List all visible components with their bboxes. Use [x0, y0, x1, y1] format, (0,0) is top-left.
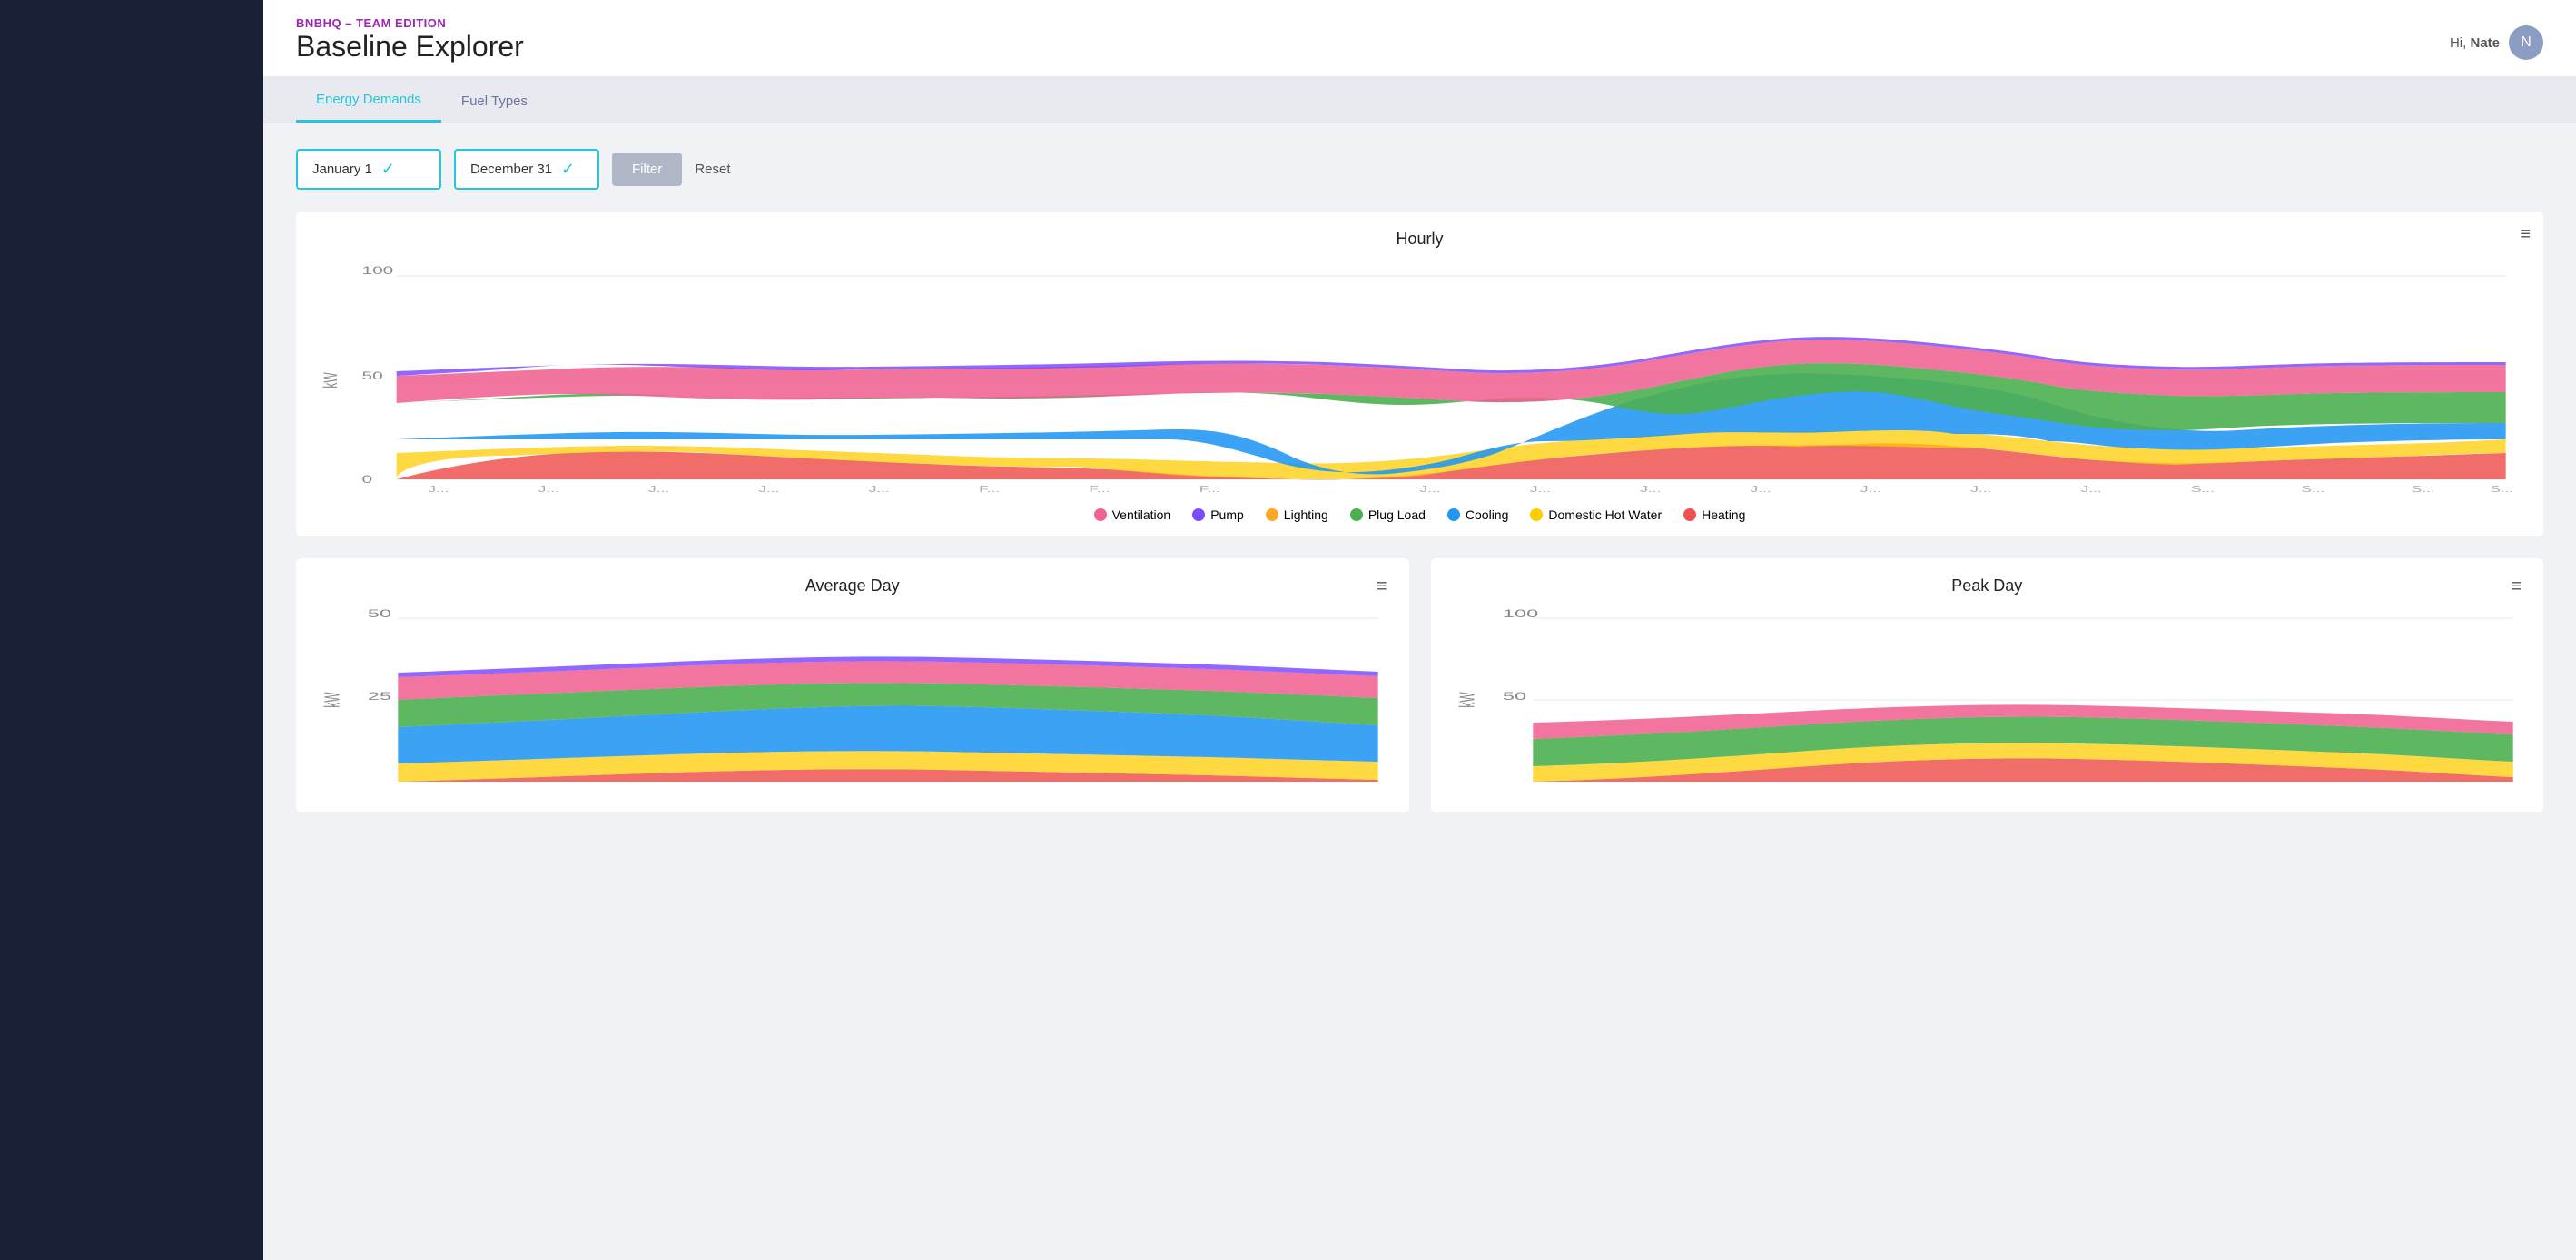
bottom-charts-row: Average Day ≡ 50 25 kW: [296, 558, 2543, 812]
x-label-sep2: S...: [2301, 484, 2324, 494]
avg-y-25: 25: [368, 690, 391, 702]
legend-cooling: Cooling: [1447, 507, 1508, 522]
legend-pump: Pump: [1192, 507, 1244, 522]
end-date-check-icon: ✓: [561, 160, 575, 179]
legend-dot-cooling: [1447, 508, 1460, 521]
legend-label-pump: Pump: [1210, 507, 1244, 522]
kw-label-hourly: kW: [320, 372, 341, 388]
header-right: Hi, Nate N: [2450, 25, 2543, 64]
tab-fuel-types[interactable]: Fuel Types: [441, 77, 548, 123]
hourly-chart-menu-icon[interactable]: ≡: [2520, 224, 2531, 245]
tabs-bar: Energy Demands Fuel Types: [263, 77, 2576, 123]
end-date-value: December 31: [470, 162, 552, 177]
ventilation-area: [397, 340, 2506, 403]
peak-day-title: Peak Day: [1951, 576, 2022, 596]
header: BNBHQ – TEAM EDITION Baseline Explorer H…: [263, 0, 2576, 77]
legend-label-heating: Heating: [1702, 507, 1745, 522]
x-label-jul5: J...: [1860, 484, 1881, 494]
chart-legend: Ventilation Pump Lighting Plug Load Cool…: [318, 507, 2522, 522]
x-label-jul7: J...: [2081, 484, 2102, 494]
end-date-input[interactable]: December 31 ✓: [454, 149, 599, 190]
peak-day-section: Peak Day ≡ 100 50 kW: [1431, 558, 2544, 812]
y-label-0: 0: [362, 473, 373, 485]
tabs-container: Energy Demands Fuel Types: [263, 77, 2576, 123]
x-label-jul1: J...: [1420, 484, 1441, 494]
avg-day-chart-svg: 50 25 kW: [318, 605, 1387, 786]
x-label-sep4: S...: [2490, 484, 2513, 494]
content-area: January 1 ✓ December 31 ✓ Filter Reset H…: [263, 123, 2576, 1260]
x-label-jul2: J...: [1530, 484, 1551, 494]
avatar: N: [2509, 25, 2543, 60]
x-label-sep1: S...: [2191, 484, 2215, 494]
legend-dot-dhw: [1530, 508, 1543, 521]
x-label-jul6: J...: [1970, 484, 1991, 494]
peak-kw-label: kW: [1455, 692, 1478, 708]
start-date-input[interactable]: January 1 ✓: [296, 149, 441, 190]
x-label-jul3: J...: [1640, 484, 1661, 494]
y-label-50: 50: [362, 369, 383, 381]
x-label-jul4: J...: [1751, 484, 1772, 494]
tab-energy-demands[interactable]: Energy Demands: [296, 77, 441, 123]
start-date-check-icon: ✓: [381, 160, 395, 179]
sidebar: [0, 0, 263, 1260]
x-label-feb1: F...: [979, 484, 1000, 494]
avg-kw-label: kW: [320, 692, 343, 708]
legend-dot-ventilation: [1094, 508, 1107, 521]
legend-plug-load: Plug Load: [1350, 507, 1426, 522]
x-label-sep3: S...: [2412, 484, 2435, 494]
peak-y-50: 50: [1502, 690, 1525, 702]
start-date-value: January 1: [312, 162, 372, 177]
legend-label-ventilation: Ventilation: [1112, 507, 1171, 522]
legend-lighting: Lighting: [1266, 507, 1328, 522]
legend-dot-pump: [1192, 508, 1205, 521]
hourly-chart-section: Hourly ≡ 100 50 0 kW: [296, 212, 2543, 536]
greeting-text: Hi, Nate: [2450, 35, 2500, 51]
peak-day-menu-icon[interactable]: ≡: [2511, 576, 2522, 597]
average-day-title: Average Day: [805, 576, 900, 596]
x-label-jan3: J...: [648, 484, 669, 494]
legend-ventilation: Ventilation: [1094, 507, 1171, 522]
app-subtitle: BNBHQ – TEAM EDITION: [296, 16, 524, 30]
legend-dhw: Domestic Hot Water: [1530, 507, 1662, 522]
x-label-jan1: J...: [428, 484, 449, 494]
legend-label-dhw: Domestic Hot Water: [1548, 507, 1662, 522]
hourly-chart-title: Hourly: [318, 230, 2522, 249]
legend-dot-plug-load: [1350, 508, 1363, 521]
filter-row: January 1 ✓ December 31 ✓ Filter Reset: [296, 149, 2543, 190]
page-title: Baseline Explorer: [296, 30, 524, 64]
peak-day-chart-svg: 100 50 kW: [1453, 605, 2522, 786]
legend-label-lighting: Lighting: [1284, 507, 1328, 522]
x-label-jan4: J...: [758, 484, 779, 494]
x-label-jan2: J...: [538, 484, 559, 494]
y-label-100: 100: [362, 264, 394, 276]
legend-dot-lighting: [1266, 508, 1278, 521]
main-content: BNBHQ – TEAM EDITION Baseline Explorer H…: [263, 0, 2576, 1260]
x-label-jan5: J...: [869, 484, 890, 494]
legend-dot-heating: [1683, 508, 1696, 521]
reset-button[interactable]: Reset: [695, 162, 730, 177]
average-day-section: Average Day ≡ 50 25 kW: [296, 558, 1409, 812]
hourly-chart-svg: 100 50 0 kW: [318, 258, 2522, 494]
legend-label-cooling: Cooling: [1466, 507, 1508, 522]
avg-day-menu-icon[interactable]: ≡: [1377, 576, 1387, 597]
x-label-feb3: F...: [1199, 484, 1220, 494]
x-label-feb2: F...: [1089, 484, 1110, 494]
legend-heating: Heating: [1683, 507, 1745, 522]
legend-label-plug-load: Plug Load: [1368, 507, 1426, 522]
header-left: BNBHQ – TEAM EDITION Baseline Explorer: [296, 16, 524, 64]
avg-y-50: 50: [368, 607, 391, 619]
hourly-chart-wrapper: 100 50 0 kW: [318, 258, 2522, 498]
filter-button[interactable]: Filter: [612, 153, 682, 186]
